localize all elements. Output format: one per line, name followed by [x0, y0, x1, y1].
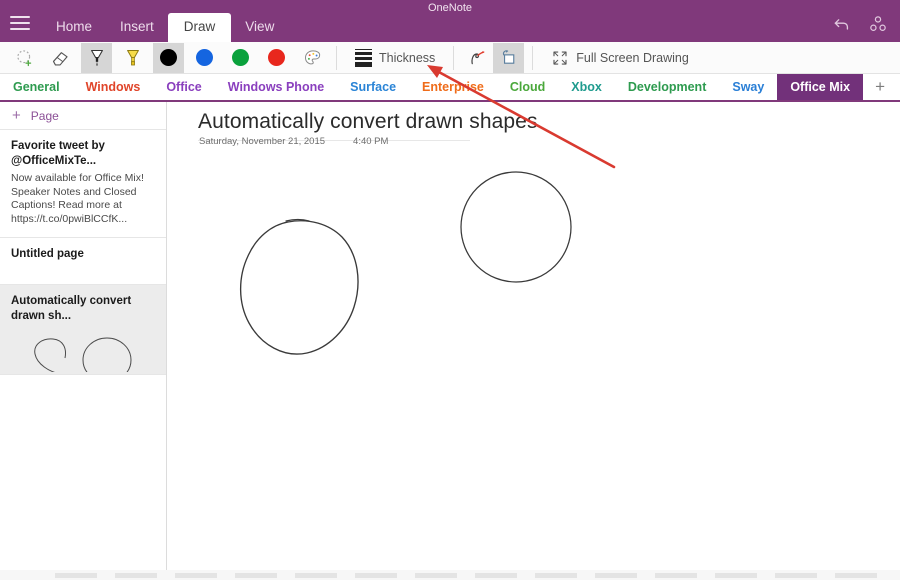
- add-page-label: Page: [30, 108, 59, 123]
- strip-block: [595, 572, 637, 578]
- section-tab-general[interactable]: General: [0, 74, 73, 100]
- hand-drawn-ellipse: [240, 218, 359, 355]
- section-tab-windows-phone[interactable]: Windows Phone: [215, 74, 337, 100]
- color-black[interactable]: [153, 42, 184, 73]
- highlighter-icon[interactable]: [117, 43, 148, 73]
- strip-block: [715, 572, 757, 578]
- add-section-button[interactable]: +: [863, 74, 897, 100]
- title-bar-actions: [832, 14, 888, 34]
- strip-block: [655, 572, 697, 578]
- ribbon-tabs: Home Insert Draw View: [42, 13, 288, 42]
- strip-block: [415, 572, 457, 578]
- page-time: 4:40 PM: [353, 136, 389, 147]
- color-palette-icon[interactable]: [297, 43, 328, 73]
- page-item-title: Automatically convert drawn sh...: [11, 295, 132, 322]
- plus-icon: +: [12, 106, 21, 124]
- expand-icon: [553, 50, 567, 65]
- color-red[interactable]: [261, 43, 292, 73]
- strip-block: [355, 572, 397, 578]
- thickness-icon: [355, 48, 372, 67]
- section-tab-enterprise[interactable]: Enterprise: [409, 74, 497, 100]
- section-tab-surface[interactable]: Surface: [337, 74, 409, 100]
- thickness-button[interactable]: Thickness: [345, 43, 445, 73]
- toolbar-separator-2: [453, 45, 455, 70]
- strip-block: [295, 572, 337, 578]
- list-item[interactable]: Favorite tweet by @OfficeMixTe... Now av…: [0, 130, 166, 238]
- list-item[interactable]: Automatically convert drawn sh...: [0, 285, 166, 375]
- pen-icon[interactable]: [81, 42, 112, 73]
- tab-view[interactable]: View: [231, 14, 288, 42]
- tab-home[interactable]: Home: [42, 14, 106, 42]
- tab-insert[interactable]: Insert: [106, 14, 168, 42]
- page-date: Saturday, November 21, 2015: [199, 136, 326, 147]
- color-green[interactable]: [225, 43, 256, 73]
- section-tab-xbox[interactable]: Xbox: [558, 74, 615, 100]
- strip-block: [835, 572, 877, 578]
- lasso-select-icon[interactable]: [9, 43, 40, 73]
- strip-block: [115, 572, 157, 578]
- full-screen-drawing-button[interactable]: Full Screen Drawing: [541, 43, 699, 73]
- section-tab-windows[interactable]: Windows: [73, 74, 154, 100]
- section-tab-office-mix[interactable]: Office Mix: [777, 74, 864, 100]
- share-icon[interactable]: [868, 14, 888, 34]
- page-item-title: Untitled page: [11, 248, 84, 260]
- color-blue[interactable]: [189, 43, 220, 73]
- ink-to-shape-icon[interactable]: [493, 42, 525, 73]
- title-bar: OneNote Home Insert Draw View: [0, 0, 900, 42]
- strip-block: [175, 572, 217, 578]
- toolbar-separator-3: [532, 45, 534, 70]
- page-item-title: Favorite tweet by @OfficeMixTe...: [11, 140, 105, 167]
- page-canvas[interactable]: Automatically convert drawn shapes Satur…: [168, 102, 900, 570]
- page-list-sidebar: + Page Favorite tweet by @OfficeMixTe...…: [0, 102, 167, 570]
- eraser-icon[interactable]: [45, 43, 76, 73]
- ink-canvas[interactable]: [168, 157, 900, 557]
- converted-circle: [460, 171, 572, 283]
- page-title[interactable]: Automatically convert drawn shapes: [198, 110, 538, 134]
- strip-block: [775, 572, 817, 578]
- toolbar-separator-1: [336, 45, 337, 70]
- full-screen-drawing-label: Full Screen Drawing: [576, 50, 689, 65]
- tab-draw[interactable]: Draw: [167, 13, 232, 42]
- section-tab-cloud[interactable]: Cloud: [497, 74, 558, 100]
- section-tab-sway[interactable]: Sway: [719, 74, 777, 100]
- list-item[interactable]: Untitled page: [0, 238, 166, 285]
- strip-block: [55, 572, 97, 578]
- section-tabs: General Windows Office Windows Phone Sur…: [0, 74, 900, 102]
- add-page-button[interactable]: + Page: [0, 102, 166, 130]
- section-tab-office[interactable]: Office: [153, 74, 214, 100]
- bottom-strip: [0, 570, 900, 580]
- undo-icon[interactable]: [832, 14, 852, 34]
- strip-block: [535, 572, 577, 578]
- page-timestamp: Saturday, November 21, 2015 4:40 PM: [199, 136, 388, 147]
- thickness-label: Thickness: [379, 50, 436, 65]
- ink-to-text-icon[interactable]: [462, 43, 493, 73]
- page-item-preview: Now available for Office Mix! Speaker No…: [11, 172, 144, 225]
- page-thumbnail: [11, 330, 155, 372]
- strip-block: [235, 572, 277, 578]
- onenote-window: OneNote Home Insert Draw View Thickness …: [0, 0, 900, 580]
- strip-block: [475, 572, 517, 578]
- draw-toolbar: Thickness Full Screen Drawing: [0, 42, 900, 74]
- hamburger-icon[interactable]: [10, 16, 30, 30]
- section-tab-development[interactable]: Development: [615, 74, 720, 100]
